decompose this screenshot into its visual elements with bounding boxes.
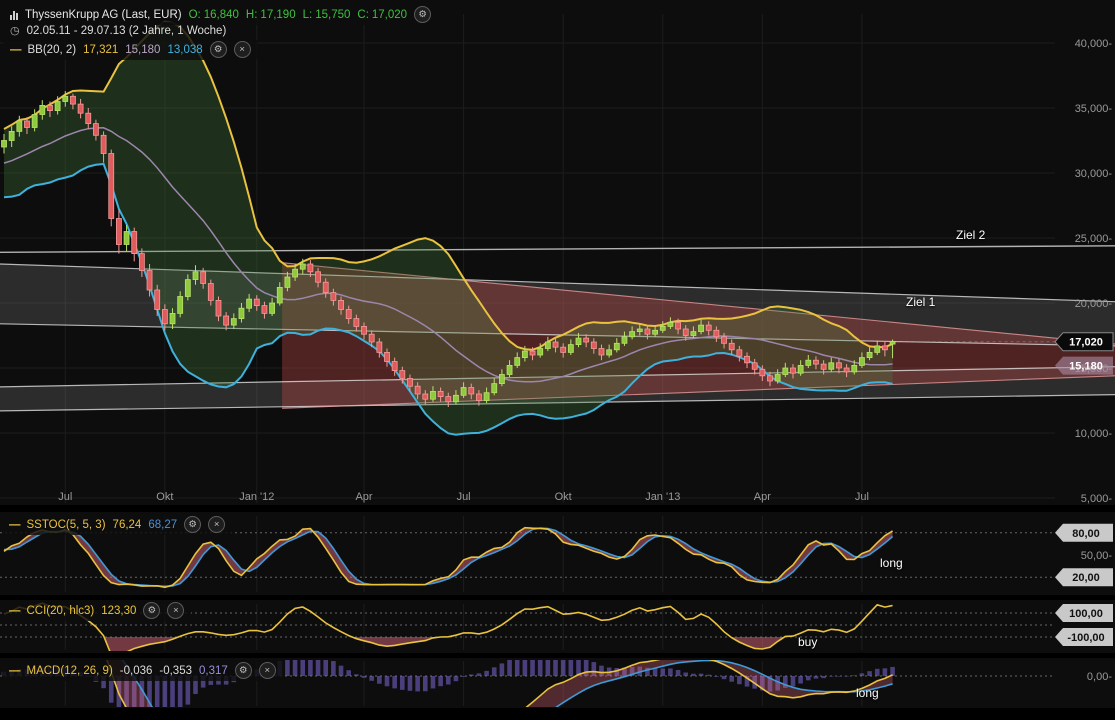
svg-text:Jan '12: Jan '12 <box>239 491 274 503</box>
svg-text:Apr: Apr <box>754 491 771 503</box>
low-value: 15,750 <box>315 9 350 21</box>
chart-settings-gear-icon[interactable]: ⚙ <box>414 6 431 23</box>
low-label: L: <box>303 9 313 21</box>
macd-signal-label: long <box>856 686 879 700</box>
macd-value: -0,036 <box>120 665 153 677</box>
cci-indicator-header: — CCI(20, hlc3) 123,30 ⚙ × <box>2 600 191 621</box>
cci-remove-icon[interactable]: × <box>167 602 184 619</box>
bb-indicator-header: — BB(20, 2) 17,321 15,180 13,038 ⚙ × <box>3 39 258 60</box>
target-label-ziel1[interactable]: Ziel 1 <box>906 295 935 309</box>
clock-icon: ◷ <box>10 24 20 37</box>
instrument-icon <box>10 10 18 20</box>
cci-title: CCI(20, hlc3) <box>27 605 95 617</box>
sstoc-color-swatch: — <box>9 519 20 531</box>
high-value: 17,190 <box>260 9 295 21</box>
bb-title: BB(20, 2) <box>28 44 77 56</box>
bb-upper-value: 17,321 <box>83 44 118 56</box>
bb-lower-value: 13,038 <box>167 44 202 56</box>
svg-text:Jul: Jul <box>855 491 869 503</box>
svg-text:15,180: 15,180 <box>1069 361 1103 373</box>
cci-color-swatch: — <box>9 605 20 617</box>
macd-settings-gear-icon[interactable]: ⚙ <box>235 662 252 679</box>
close-label: C: <box>357 9 369 21</box>
macd-indicator-header: — MACD(12, 26, 9) -0,036 -0,353 0,317 ⚙ … <box>2 660 283 681</box>
sstoc-remove-icon[interactable]: × <box>208 516 225 533</box>
cci-signal-label: buy <box>798 635 817 649</box>
cci-value: 123,30 <box>101 605 136 617</box>
date-range-bar: ◷ 02.05.11 - 29.07.13 (2 Jahre, 1 Woche) <box>3 22 233 39</box>
svg-text:-100,00: -100,00 <box>1067 632 1104 644</box>
cci-settings-gear-icon[interactable]: ⚙ <box>143 602 160 619</box>
macd-title: MACD(12, 26, 9) <box>27 665 113 677</box>
sstoc-d-value: 68,27 <box>148 519 177 531</box>
target-label-ziel2[interactable]: Ziel 2 <box>956 228 985 242</box>
open-label: O: <box>189 9 201 21</box>
svg-text:20,00: 20,00 <box>1072 572 1100 584</box>
svg-text:Okt: Okt <box>555 491 572 503</box>
svg-text:Apr: Apr <box>355 491 372 503</box>
sstoc-title: SSTOC(5, 5, 3) <box>27 519 106 531</box>
svg-text:50,00-: 50,00- <box>1081 550 1113 562</box>
instrument-title: ThyssenKrupp AG (Last, EUR) <box>25 9 182 21</box>
svg-text:20,000-: 20,000- <box>1075 298 1113 310</box>
svg-text:80,00: 80,00 <box>1072 528 1100 540</box>
sstoc-indicator-header: — SSTOC(5, 5, 3) 76,24 68,27 ⚙ × <box>2 514 232 535</box>
svg-text:5,000-: 5,000- <box>1081 493 1113 505</box>
svg-text:Jul: Jul <box>58 491 72 503</box>
high-label: H: <box>246 9 258 21</box>
open-value: 16,840 <box>204 9 239 21</box>
bb-remove-icon[interactable]: × <box>234 41 251 58</box>
svg-text:10,000-: 10,000- <box>1075 428 1113 440</box>
sstoc-settings-gear-icon[interactable]: ⚙ <box>184 516 201 533</box>
svg-text:25,000-: 25,000- <box>1075 233 1113 245</box>
date-range-text: 02.05.11 - 29.07.13 (2 Jahre, 1 Woche) <box>27 25 227 37</box>
bb-color-swatch: — <box>10 44 21 56</box>
bb-middle-value: 15,180 <box>125 44 160 56</box>
svg-text:100,00: 100,00 <box>1069 608 1103 620</box>
trading-chart-window: 40,000-35,000-30,000-25,000-20,000-15,00… <box>0 0 1115 720</box>
svg-text:30,000-: 30,000- <box>1075 168 1113 180</box>
svg-text:35,000-: 35,000- <box>1075 103 1113 115</box>
svg-text:Jan '13: Jan '13 <box>645 491 680 503</box>
sstoc-k-value: 76,24 <box>113 519 142 531</box>
svg-text:0,00-: 0,00- <box>1087 671 1112 683</box>
svg-text:17,020: 17,020 <box>1069 337 1103 349</box>
svg-text:Jul: Jul <box>457 491 471 503</box>
svg-text:40,000-: 40,000- <box>1075 38 1113 50</box>
macd-hist-value: 0,317 <box>199 665 228 677</box>
macd-signal-value: -0,353 <box>159 665 192 677</box>
sstoc-signal-label: long <box>880 556 903 570</box>
bb-settings-gear-icon[interactable]: ⚙ <box>210 41 227 58</box>
close-value: 17,020 <box>372 9 407 21</box>
svg-text:Okt: Okt <box>156 491 173 503</box>
macd-color-swatch: — <box>9 665 20 677</box>
macd-remove-icon[interactable]: × <box>259 662 276 679</box>
